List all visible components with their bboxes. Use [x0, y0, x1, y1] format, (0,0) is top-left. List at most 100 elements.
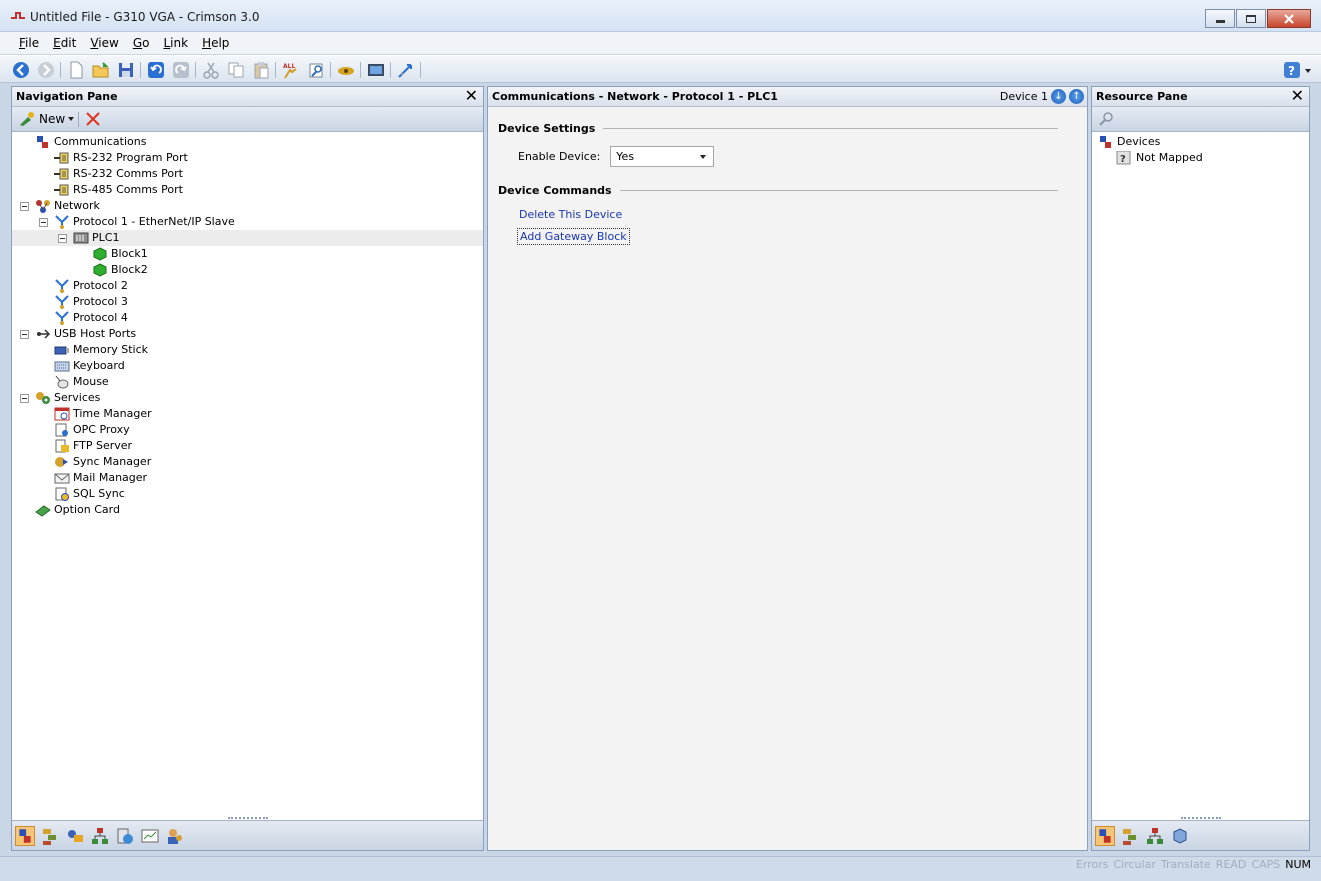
close-navigation-pane-icon[interactable]: ✕	[465, 88, 478, 104]
tree-item[interactable]: Option Card	[12, 502, 483, 518]
devices-category-icon[interactable]	[1095, 826, 1115, 846]
tree-item-label: Protocol 1 - EtherNet/IP Slave	[73, 215, 235, 228]
help-dropdown-icon[interactable]	[1305, 69, 1311, 73]
security-category-icon[interactable]	[165, 826, 185, 846]
menu-item-edit[interactable]: Edit	[46, 36, 83, 50]
tree-item[interactable]: Mouse	[12, 374, 483, 390]
resource-tree-item[interactable]: ? Not Mapped	[1092, 150, 1309, 166]
enable-device-label: Enable Device:	[518, 150, 601, 163]
search-icon[interactable]	[1098, 111, 1114, 127]
window-controls	[1204, 9, 1311, 28]
tree-item[interactable]: Time Manager	[12, 406, 483, 422]
tree-item[interactable]: Block2	[12, 262, 483, 278]
redo-icon[interactable]	[172, 61, 190, 79]
display-pages-category-icon[interactable]	[65, 826, 85, 846]
tree-item[interactable]: Block1	[12, 246, 483, 262]
arrow-down-icon[interactable]: ↓	[1051, 89, 1066, 104]
tree-item[interactable]: FTP Server	[12, 438, 483, 454]
resource-tree-root[interactable]: Devices	[1092, 134, 1309, 150]
compile-icon[interactable]	[337, 61, 355, 79]
tree-item[interactable]: Protocol 2	[12, 278, 483, 294]
close-resource-pane-icon[interactable]: ✕	[1291, 88, 1304, 104]
chevron-down-icon	[700, 155, 707, 159]
tree-item[interactable]: Protocol 4	[12, 310, 483, 326]
tree-item-label: Services	[54, 391, 101, 404]
open-folder-icon[interactable]	[92, 61, 110, 79]
tree-item[interactable]: OPC Proxy	[12, 422, 483, 438]
status-indicator-num: NUM	[1285, 858, 1311, 871]
cut-icon[interactable]	[202, 61, 220, 79]
tree-item[interactable]: Protocol 3	[12, 294, 483, 310]
menu-item-link[interactable]: Link	[156, 36, 195, 50]
new-file-icon[interactable]	[67, 61, 85, 79]
help-icon[interactable]: ?	[1283, 61, 1301, 79]
collapse-icon[interactable]	[20, 202, 29, 211]
ftp-server-icon	[55, 439, 69, 453]
tree-item-label: Communications	[54, 135, 147, 148]
tree-item[interactable]: RS-485 Comms Port	[12, 182, 483, 198]
collapse-icon[interactable]	[20, 394, 29, 403]
communications-category-icon[interactable]	[15, 826, 35, 846]
menu-item-help[interactable]: Help	[195, 36, 236, 50]
collapse-icon[interactable]	[20, 330, 29, 339]
display-icon[interactable]	[367, 61, 385, 79]
send-icon[interactable]	[397, 61, 415, 79]
tree-item[interactable]: Memory Stick	[12, 342, 483, 358]
back-icon[interactable]	[12, 61, 30, 79]
new-button[interactable]: New	[18, 111, 75, 127]
tree-item[interactable]: Keyboard	[12, 358, 483, 374]
enable-device-select[interactable]: Yes	[610, 146, 715, 167]
menu-item-file[interactable]: File	[12, 36, 46, 50]
tree-item[interactable]: RS-232 Comms Port	[12, 166, 483, 182]
tree-item[interactable]: Sync Manager	[12, 454, 483, 470]
svg-text:ALL: ALL	[283, 63, 295, 70]
tree-item[interactable]: Communications	[12, 134, 483, 150]
serial-port-icon	[54, 152, 69, 164]
tree-item[interactable]: RS-232 Program Port	[12, 150, 483, 166]
tree-item-label: SQL Sync	[73, 487, 125, 500]
tree-item[interactable]: PLC1	[12, 230, 483, 246]
plc-icon	[73, 232, 89, 244]
add-gateway-block-link[interactable]: Add Gateway Block	[517, 228, 630, 245]
web-server-category-icon[interactable]	[115, 826, 135, 846]
maximize-button[interactable]	[1236, 9, 1266, 28]
data-tags-category-icon[interactable]	[1120, 826, 1140, 846]
programs-category-icon[interactable]	[1145, 826, 1165, 846]
resource-pane-toolbar	[1092, 107, 1309, 132]
save-icon[interactable]	[117, 61, 135, 79]
breadcrumb: Communications - Network - Protocol 1 - …	[492, 90, 778, 103]
find-icon[interactable]	[307, 61, 325, 79]
tree-item[interactable]: SQL Sync	[12, 486, 483, 502]
arrow-up-icon[interactable]: ↑	[1069, 89, 1084, 104]
serial-port-icon	[54, 168, 69, 180]
tree-item[interactable]: USB Host Ports	[12, 326, 483, 342]
device-settings-title: Device Settings	[498, 122, 596, 135]
programs-category-icon[interactable]	[90, 826, 110, 846]
data-logger-category-icon[interactable]	[140, 826, 160, 846]
copy-icon[interactable]	[227, 61, 245, 79]
close-button[interactable]	[1267, 9, 1311, 28]
menu-item-view[interactable]: View	[83, 36, 125, 50]
system-category-icon[interactable]	[1170, 826, 1190, 846]
delete-device-link[interactable]: Delete This Device	[517, 207, 624, 222]
tree-item[interactable]: Network	[12, 198, 483, 214]
tree-item[interactable]: Mail Manager	[12, 470, 483, 486]
undo-icon[interactable]	[147, 61, 165, 79]
option-card-icon	[35, 505, 51, 517]
resource-category-bar	[1092, 817, 1309, 850]
minimize-icon	[1215, 20, 1225, 23]
forward-icon[interactable]	[37, 61, 55, 79]
minimize-button[interactable]	[1205, 9, 1235, 28]
menu-item-go[interactable]: Go	[126, 36, 157, 50]
collapse-icon[interactable]	[39, 218, 48, 227]
tree-item[interactable]: Protocol 1 - EtherNet/IP Slave	[12, 214, 483, 230]
crimson-app-icon[interactable]	[10, 9, 26, 23]
paste-icon[interactable]	[252, 61, 270, 79]
tree-item-label: Protocol 2	[73, 279, 128, 292]
collapse-icon[interactable]	[58, 234, 67, 243]
find-all-icon[interactable]: ALL	[282, 61, 300, 79]
resource-pane-header: Resource Pane ✕	[1092, 87, 1309, 107]
tree-item[interactable]: Services	[12, 390, 483, 406]
data-tags-category-icon[interactable]	[40, 826, 60, 846]
delete-icon[interactable]	[84, 110, 102, 128]
